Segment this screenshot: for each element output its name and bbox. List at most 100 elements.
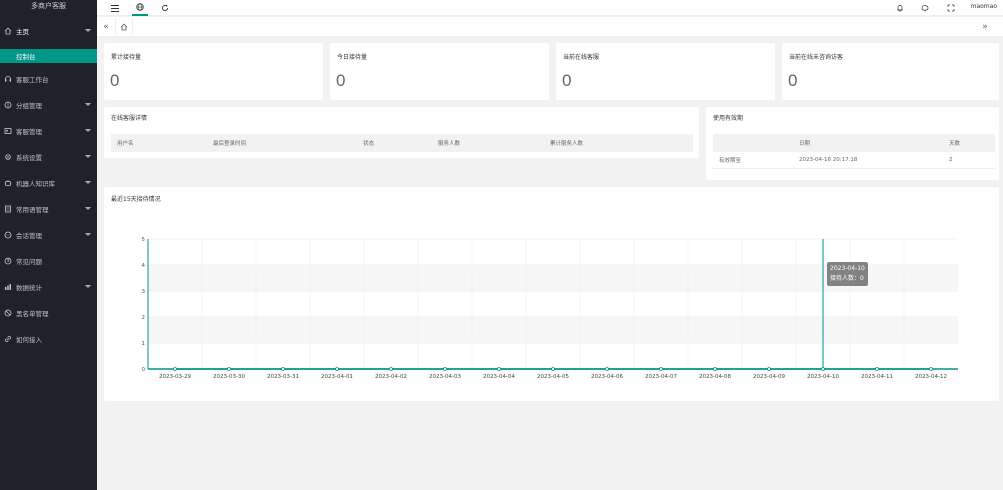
sidebar-item-4[interactable]: 客服管理 <box>0 124 97 138</box>
tab-home[interactable] <box>115 19 133 35</box>
data-point <box>551 367 555 371</box>
question-icon <box>4 257 12 265</box>
sidebar-item-0[interactable]: 主页 <box>0 24 97 38</box>
data-point <box>227 367 231 371</box>
y-tick-label: 4 <box>142 263 146 269</box>
stat-card-total: 累计接待量 0 <box>104 43 323 100</box>
sidebar-item-12[interactable]: 如何接入 <box>0 332 97 346</box>
column-header: 累计服务人数 <box>544 134 693 152</box>
sidebar-item-6[interactable]: 机器人知识库 <box>0 176 97 190</box>
column-header: 天数 <box>943 134 995 152</box>
top-header: maomao <box>97 0 1003 16</box>
sidebar-item-1[interactable]: 控制台 <box>0 49 97 63</box>
x-tick-label: 2023-03-31 <box>267 374 299 380</box>
reception-line-chart[interactable]: 0 1 2 3 4 5 2023-03-29 2023-03-30 2023-03-31 2023… <box>104 187 999 401</box>
notification-button[interactable] <box>892 0 908 16</box>
stat-card-online-visitors: 当前在线未咨询访客 0 <box>782 43 999 100</box>
x-tick-label: 2023-04-07 <box>645 374 677 380</box>
blacklist-icon <box>4 309 12 317</box>
data-point <box>605 367 609 371</box>
data-point <box>389 367 393 371</box>
group-icon <box>4 101 12 109</box>
data-point <box>875 367 879 371</box>
tooltip-date: 2023-04-10 <box>830 265 865 272</box>
sidebar-item-7[interactable]: 常用语管理 <box>0 202 97 216</box>
chevron-down-icon <box>85 29 91 32</box>
fullscreen-button[interactable] <box>943 0 959 16</box>
table-cell: 2 <box>943 152 995 169</box>
tab-scroll-left-button[interactable]: « <box>99 19 113 35</box>
data-point <box>713 367 717 371</box>
sidebar-item-label: 客服管理 <box>16 128 42 136</box>
y-tick-label: 1 <box>142 341 146 347</box>
x-tick-label: 2023-04-12 <box>915 374 947 380</box>
username[interactable]: maomao <box>971 3 997 10</box>
card-title: 使用有效期 <box>713 115 744 122</box>
column-header: 服务人数 <box>432 134 544 152</box>
validity-table: 日期 天数 有效期至 2023-04-16 20:17:18 2 <box>713 134 995 169</box>
stats-icon <box>4 283 12 291</box>
gear-icon <box>4 153 12 161</box>
chat-icon <box>4 231 12 239</box>
y-tick-label: 2 <box>142 315 146 321</box>
x-tick-label: 2023-04-09 <box>753 374 785 380</box>
sidebar-item-label: 系统设置 <box>16 154 42 162</box>
x-tick-label: 2023-03-29 <box>159 374 191 380</box>
x-tick-label: 2023-04-01 <box>321 374 353 380</box>
stat-value: 0 <box>336 71 346 90</box>
sidebar-item-9[interactable]: 常见问题 <box>0 254 97 268</box>
chevron-down-icon <box>85 103 91 106</box>
x-tick-label: 2023-04-04 <box>483 374 515 380</box>
table-cell: 2023-04-16 20:17:18 <box>793 152 943 169</box>
menu-icon <box>111 4 119 12</box>
column-header: 用户名 <box>111 134 207 152</box>
data-point <box>659 367 663 371</box>
x-tick-label: 2023-04-05 <box>537 374 569 380</box>
x-tick-label: 2023-04-06 <box>591 374 623 380</box>
globe-icon <box>136 3 144 11</box>
column-header: 最后登录时间 <box>207 134 357 152</box>
sidebar-item-3[interactable]: 分组管理 <box>0 98 97 112</box>
robot-icon <box>4 179 12 187</box>
x-tick-label: 2023-04-02 <box>375 374 407 380</box>
sidebar-item-11[interactable]: 黑名单管理 <box>0 306 97 320</box>
tab-scroll-right-button[interactable]: » <box>979 19 991 35</box>
data-point <box>281 367 285 371</box>
data-point <box>929 367 933 371</box>
sidebar-item-label: 主页 <box>16 28 29 36</box>
reception-chart-card: 最近15天接待情况 0 1 2 3 4 5 2023-03-29 2023-03-30 2023… <box>104 187 999 401</box>
theme-button[interactable] <box>917 0 933 16</box>
chevron-down-icon <box>85 233 91 236</box>
bell-icon <box>897 5 903 12</box>
sidebar-item-2[interactable]: 客服工作台 <box>0 72 97 86</box>
online-service-table: 用户名 最后登录时间 状态 服务人数 累计服务人数 <box>111 134 693 152</box>
sidebar-item-label: 控制台 <box>16 53 36 61</box>
sidebar-item-label: 数据统计 <box>16 284 42 292</box>
tab-bar: « » <box>97 17 1003 37</box>
grid-band <box>148 317 958 343</box>
table-cell: 有效期至 <box>713 152 793 169</box>
data-point <box>497 367 501 371</box>
refresh-button[interactable] <box>157 0 173 16</box>
data-point <box>173 367 177 371</box>
x-tick-label: 2023-04-10 <box>807 374 839 380</box>
y-tick-label: 5 <box>142 237 146 243</box>
card-title: 在线客服详情 <box>111 115 148 122</box>
sidebar-item-8[interactable]: 会话管理 <box>0 228 97 242</box>
sidebar-item-10[interactable]: 数据统计 <box>0 280 97 294</box>
link-icon <box>4 335 12 343</box>
stat-value: 0 <box>788 71 798 90</box>
sidebar-item-label: 黑名单管理 <box>16 310 49 318</box>
sidebar-item-5[interactable]: 系统设置 <box>0 150 97 164</box>
sidebar-item-label: 常用语管理 <box>16 206 49 214</box>
chevron-down-icon <box>85 285 91 288</box>
x-tick-label: 2023-04-08 <box>699 374 731 380</box>
data-point <box>767 367 771 371</box>
fullscreen-icon <box>947 4 955 12</box>
online-service-card: 在线客服详情 用户名 最后登录时间 状态 服务人数 累计服务人数 <box>104 107 699 158</box>
stat-title: 当前在线未咨询访客 <box>789 54 844 61</box>
chevron-down-icon <box>85 207 91 210</box>
tooltip-text: 接待人数：0 <box>830 275 864 282</box>
menu-toggle-button[interactable] <box>107 0 123 16</box>
website-button[interactable] <box>132 0 148 16</box>
